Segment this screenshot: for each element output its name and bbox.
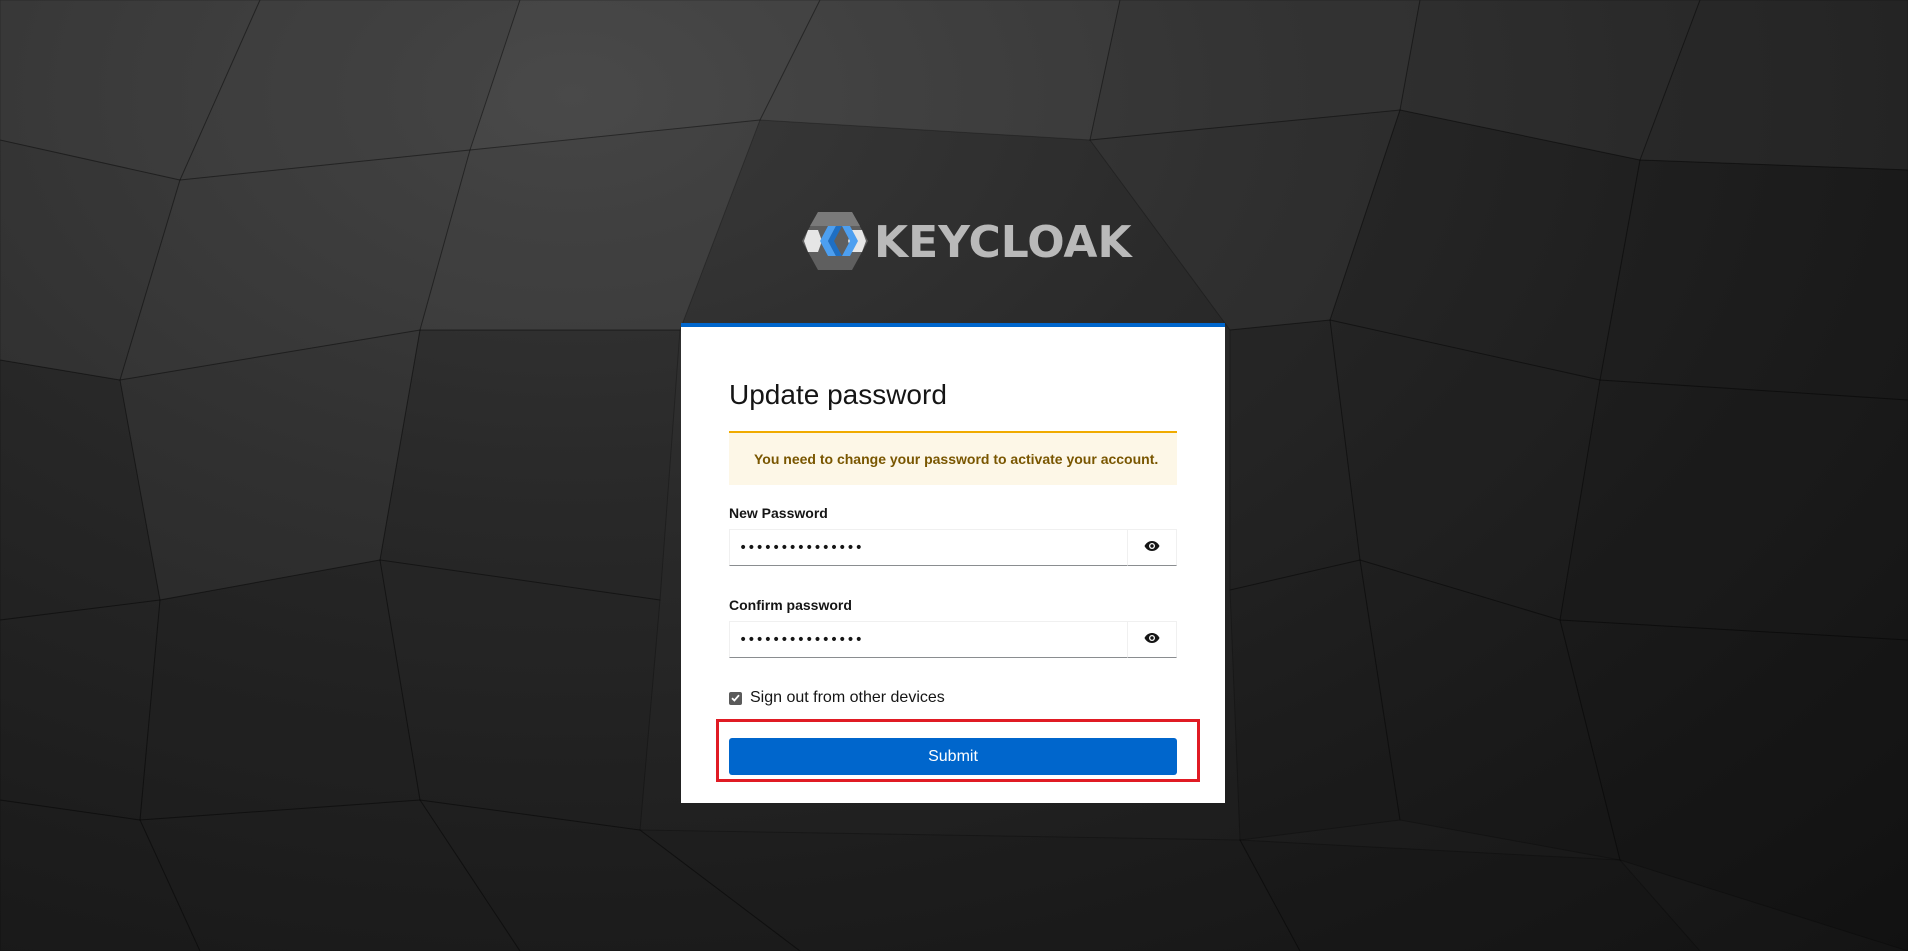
logo-wordmark: KEYCLOAK bbox=[874, 217, 1132, 268]
page-title: Update password bbox=[729, 379, 947, 410]
eye-icon bbox=[1144, 632, 1160, 647]
alert-message: You need to change your password to acti… bbox=[754, 451, 1159, 467]
confirm-password-label: Confirm password bbox=[729, 597, 852, 613]
new-password-label: New Password bbox=[729, 505, 828, 521]
confirm-password-group bbox=[729, 621, 1177, 658]
keycloak-logo-icon bbox=[800, 210, 870, 277]
new-password-input[interactable] bbox=[729, 529, 1128, 566]
show-new-password-button[interactable] bbox=[1128, 529, 1177, 566]
confirm-password-input[interactable] bbox=[729, 621, 1128, 658]
new-password-group bbox=[729, 529, 1177, 566]
show-confirm-password-button[interactable] bbox=[1128, 621, 1177, 658]
keycloak-logo: KEYCLOAK bbox=[800, 210, 1132, 277]
checkmark-icon bbox=[731, 694, 740, 702]
warning-alert: You need to change your password to acti… bbox=[729, 431, 1177, 485]
sign-out-label: Sign out from other devices bbox=[750, 689, 945, 706]
update-password-card: Update password You need to change your … bbox=[681, 323, 1225, 803]
eye-icon bbox=[1144, 540, 1160, 555]
sign-out-other-devices[interactable]: Sign out from other devices bbox=[729, 689, 945, 707]
sign-out-checkbox[interactable] bbox=[729, 691, 742, 705]
submit-button[interactable]: Submit bbox=[729, 738, 1177, 775]
